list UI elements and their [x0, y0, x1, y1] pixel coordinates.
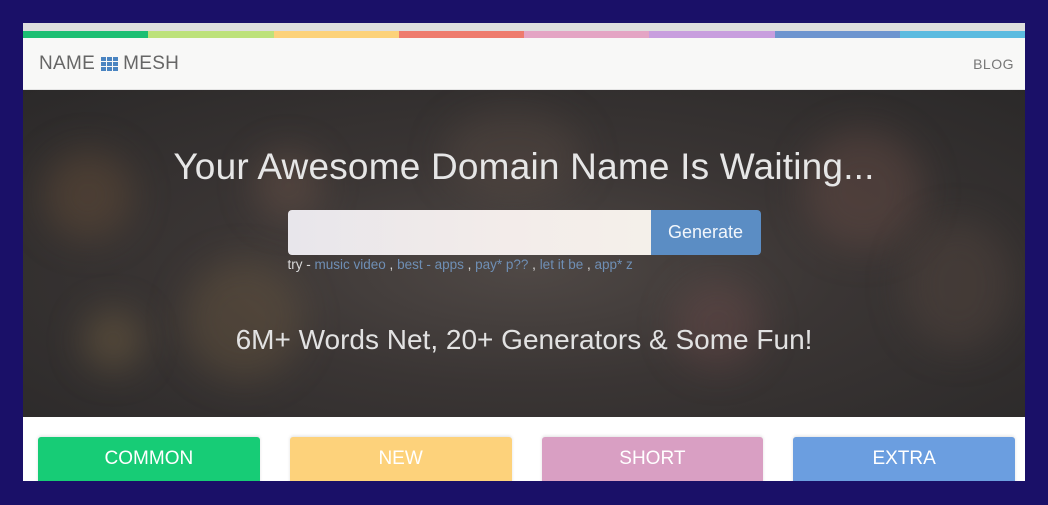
- hero-tagline: 6M+ Words Net, 20+ Generators & Some Fun…: [235, 324, 813, 355]
- tab-new[interactable]: NEW: [289, 437, 512, 481]
- generate-button[interactable]: Generate: [650, 210, 761, 255]
- try-suggestions: try - music video , best - apps , pay* p…: [287, 257, 633, 272]
- navbar: NAME MESH BLOG: [23, 38, 1025, 90]
- hero-section: Your Awesome Domain Name Is Waiting... G…: [23, 90, 1025, 417]
- search-input[interactable]: [287, 210, 651, 255]
- strip-segment: [524, 31, 650, 38]
- strip-segment: [23, 31, 149, 38]
- top-edge: [23, 23, 1025, 31]
- site-logo[interactable]: NAME MESH: [39, 53, 179, 75]
- strip-segment: [148, 31, 274, 38]
- suggestion-link[interactable]: best - apps: [397, 257, 464, 272]
- try-prefix: try -: [287, 257, 311, 272]
- strip-segment: [899, 31, 1025, 38]
- grid-icon: [101, 56, 119, 71]
- strip-segment: [774, 31, 900, 38]
- suggestion-link[interactable]: pay* p??: [475, 257, 528, 272]
- tab-common[interactable]: COMMON: [38, 437, 260, 481]
- logo-text-mesh: MESH: [123, 52, 180, 74]
- tab-extra[interactable]: EXTRA: [793, 437, 1015, 481]
- hero-content: Your Awesome Domain Name Is Waiting... G…: [23, 90, 1025, 356]
- logo-text-name: NAME: [39, 52, 96, 74]
- strip-segment: [398, 31, 524, 38]
- suggestion-link[interactable]: music video: [315, 257, 386, 272]
- blog-link[interactable]: BLOG: [973, 56, 1014, 72]
- suggestion-link[interactable]: let it be: [540, 257, 584, 272]
- search-bar: Generate: [23, 210, 1025, 255]
- hero-headline: Your Awesome Domain Name Is Waiting...: [173, 146, 875, 187]
- color-strip: [23, 31, 1025, 38]
- tab-short[interactable]: SHORT: [541, 437, 764, 481]
- category-tabs: COMMON NEW SHORT EXTRA: [23, 417, 1025, 481]
- suggestion-link[interactable]: app* z: [594, 257, 632, 272]
- strip-segment: [649, 31, 775, 38]
- strip-segment: [273, 31, 399, 38]
- browser-viewport: NAME MESH BLOG Your Awesome Domain Name …: [23, 23, 1025, 481]
